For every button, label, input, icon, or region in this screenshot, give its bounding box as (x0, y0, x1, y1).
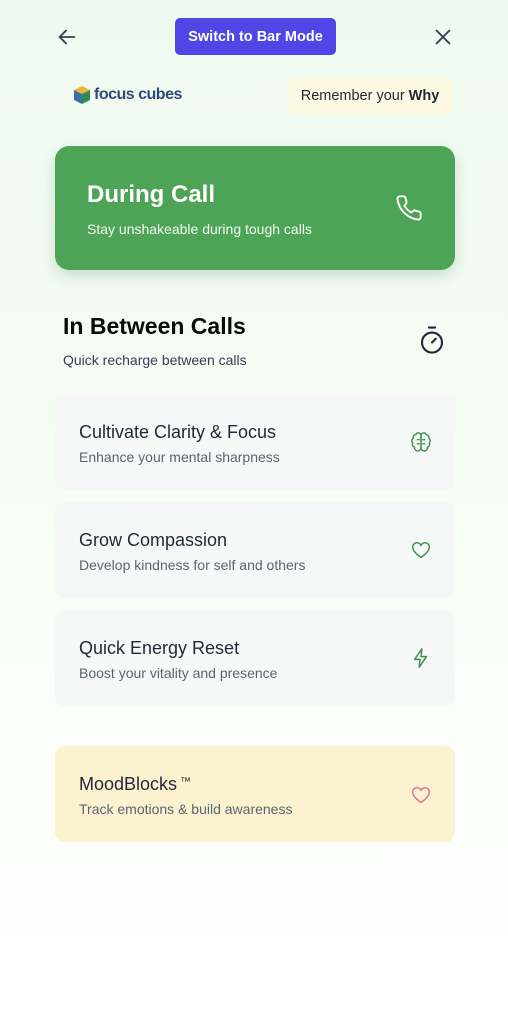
in-between-calls-title: In Between Calls (63, 313, 246, 339)
close-button[interactable] (427, 21, 459, 53)
option-card-compassion[interactable]: Grow Compassion Develop kindness for sel… (55, 502, 455, 598)
moodblocks-title-text: MoodBlocks (79, 774, 178, 794)
option-title: Grow Compassion (79, 530, 228, 550)
trademark-symbol: ™ (180, 776, 192, 788)
heart-icon (411, 786, 431, 804)
switch-to-bar-mode-button[interactable]: Switch to Bar Mode (175, 18, 336, 55)
close-icon (435, 29, 451, 45)
phone-icon (396, 195, 422, 221)
arrow-left-icon (58, 29, 76, 45)
stopwatch-icon (420, 326, 444, 354)
in-between-calls-subtitle: Quick recharge between calls (63, 352, 247, 368)
during-call-title: During Call (87, 181, 216, 208)
during-call-subtitle: Stay unshakeable during tough calls (87, 221, 312, 237)
option-card-energy-reset[interactable]: Quick Energy Reset Boost your vitality a… (55, 610, 455, 706)
moodblocks-subtitle: Track emotions & build awareness (79, 801, 293, 817)
option-subtitle: Boost your vitality and presence (79, 665, 278, 681)
focus-cubes-logo: focus cubes (73, 84, 182, 106)
heart-icon (411, 541, 431, 559)
during-call-card[interactable]: During Call Stay unshakeable during toug… (55, 146, 455, 270)
option-card-clarity-focus[interactable]: Cultivate Clarity & Focus Enhance your m… (55, 394, 455, 490)
lightning-icon (413, 648, 428, 668)
option-title: Quick Energy Reset (79, 638, 240, 658)
option-subtitle: Develop kindness for self and others (79, 557, 306, 573)
moodblocks-card[interactable]: MoodBlocks ™ Track emotions & build aware… (55, 746, 455, 842)
cube-logo-icon (74, 86, 90, 104)
moodblocks-title: MoodBlocks ™ (79, 774, 191, 795)
logo-text: focus cubes (94, 86, 182, 103)
option-title: Cultivate Clarity & Focus (79, 422, 277, 442)
top-bar: Switch to Bar Mode (0, 0, 508, 74)
remember-your-why-button[interactable]: Remember your Why (287, 78, 453, 114)
why-prefix: Remember your (300, 88, 405, 104)
brain-icon (411, 432, 431, 452)
why-bold: Why (408, 88, 440, 104)
back-button[interactable] (51, 21, 83, 53)
option-subtitle: Enhance your mental sharpness (79, 449, 280, 465)
